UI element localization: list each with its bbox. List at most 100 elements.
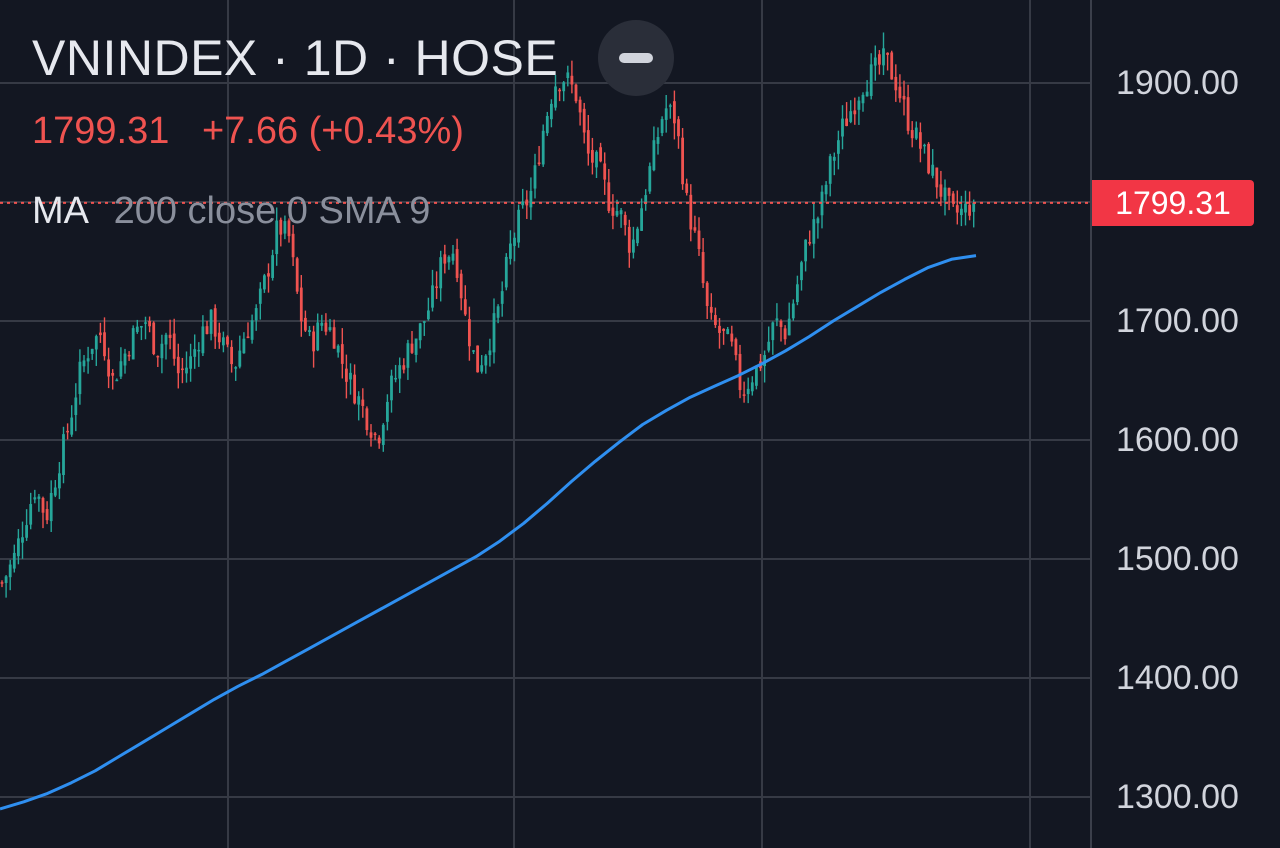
candle [398, 357, 402, 394]
candle [636, 226, 639, 247]
candle-body [832, 156, 836, 161]
candle-body [636, 228, 639, 244]
candle [41, 496, 45, 529]
quote-row: 1799.31 +7.66 (+0.43%) [32, 108, 486, 154]
candle [78, 349, 82, 405]
chart-area[interactable]: VNINDEX · 1D · HOSE 1799.31 +7.66 (+0.43… [0, 0, 1280, 848]
collapse-legend-button[interactable] [598, 20, 674, 96]
candle [927, 142, 930, 175]
candle [447, 255, 451, 270]
candle-body [693, 227, 697, 231]
candle [783, 325, 787, 345]
candle [734, 337, 738, 361]
candle [906, 84, 910, 135]
candle-body [504, 256, 508, 288]
candle-body [86, 358, 90, 362]
candle-body [189, 356, 192, 369]
candle [857, 96, 861, 125]
candle-body [685, 183, 689, 193]
candle-body [320, 322, 324, 326]
ma-line-group [0, 254, 977, 811]
candle [238, 335, 242, 369]
candle [685, 178, 689, 196]
candle [468, 306, 471, 361]
candle [898, 74, 902, 103]
candle [386, 394, 389, 431]
candle [37, 493, 41, 512]
candle [127, 351, 131, 361]
candle-body [853, 110, 857, 115]
candle-body [849, 111, 853, 122]
candle [357, 391, 361, 421]
candle [800, 260, 803, 291]
ma-params: 200 close 0 SMA 9 [113, 190, 431, 232]
candle-body [550, 103, 553, 120]
candle-body [418, 323, 422, 341]
candle [62, 426, 65, 484]
candle-body [906, 97, 910, 131]
candle-body [673, 101, 676, 124]
price-tick-label: 1900.00 [1116, 64, 1239, 102]
candle-body [882, 48, 885, 66]
candle [545, 111, 549, 136]
candle-body [431, 285, 434, 308]
candle-body [714, 315, 717, 326]
candle-body [960, 208, 963, 216]
candle-body [459, 273, 463, 299]
candle-body [164, 334, 168, 345]
candle [878, 50, 881, 75]
candle-body [677, 119, 680, 137]
candle-body [582, 108, 586, 133]
candle-body [353, 374, 356, 404]
ma-indicator-legend[interactable]: MA 200 close 0 SMA 9 [32, 188, 430, 234]
candle-body [234, 367, 238, 369]
candle [90, 348, 94, 360]
candle [492, 298, 496, 364]
candle [894, 64, 898, 102]
candle-body [181, 368, 184, 371]
price-scale[interactable]: 1900.00 1700.00 1600.00 1500.00 1400.00 1300.… [1090, 0, 1280, 848]
price-tick-label: 1300.00 [1116, 778, 1239, 816]
candle-body [357, 396, 361, 405]
candle [410, 331, 414, 354]
candle-body [652, 140, 656, 171]
candle-body [951, 193, 955, 203]
candle [804, 239, 807, 272]
candle-body [82, 360, 86, 367]
candle [377, 435, 381, 449]
candle-body [406, 343, 410, 368]
candle-body [816, 218, 820, 224]
legend: VNINDEX · 1D · HOSE 1799.31 +7.66 (+0.43… [32, 28, 558, 232]
candle [677, 116, 680, 149]
candle [820, 185, 824, 229]
candle-body [422, 321, 426, 323]
candle [919, 122, 922, 163]
candle [258, 282, 262, 320]
candle [681, 128, 684, 190]
candle [648, 162, 652, 194]
candle [111, 369, 115, 390]
candle-body [127, 354, 131, 357]
candle [353, 364, 356, 405]
candle-body [689, 194, 693, 230]
candle-body [468, 319, 471, 347]
candle [619, 207, 623, 228]
candle-body [845, 118, 848, 126]
candle [701, 238, 705, 288]
candle [578, 96, 582, 126]
candle [230, 340, 233, 373]
candle-body [205, 326, 209, 335]
candle-body [656, 137, 660, 144]
candle-body [332, 327, 336, 349]
candle-body [394, 377, 397, 380]
candle-body [12, 552, 16, 569]
symbol-title[interactable]: VNINDEX · 1D · HOSE [32, 28, 558, 88]
candle-body [201, 326, 205, 354]
candle [931, 149, 935, 179]
candle [660, 116, 664, 137]
candle [755, 365, 758, 390]
price-tick-label: 1600.00 [1116, 421, 1239, 459]
candle [308, 325, 311, 337]
candle [8, 559, 12, 591]
candle-body [37, 496, 41, 499]
